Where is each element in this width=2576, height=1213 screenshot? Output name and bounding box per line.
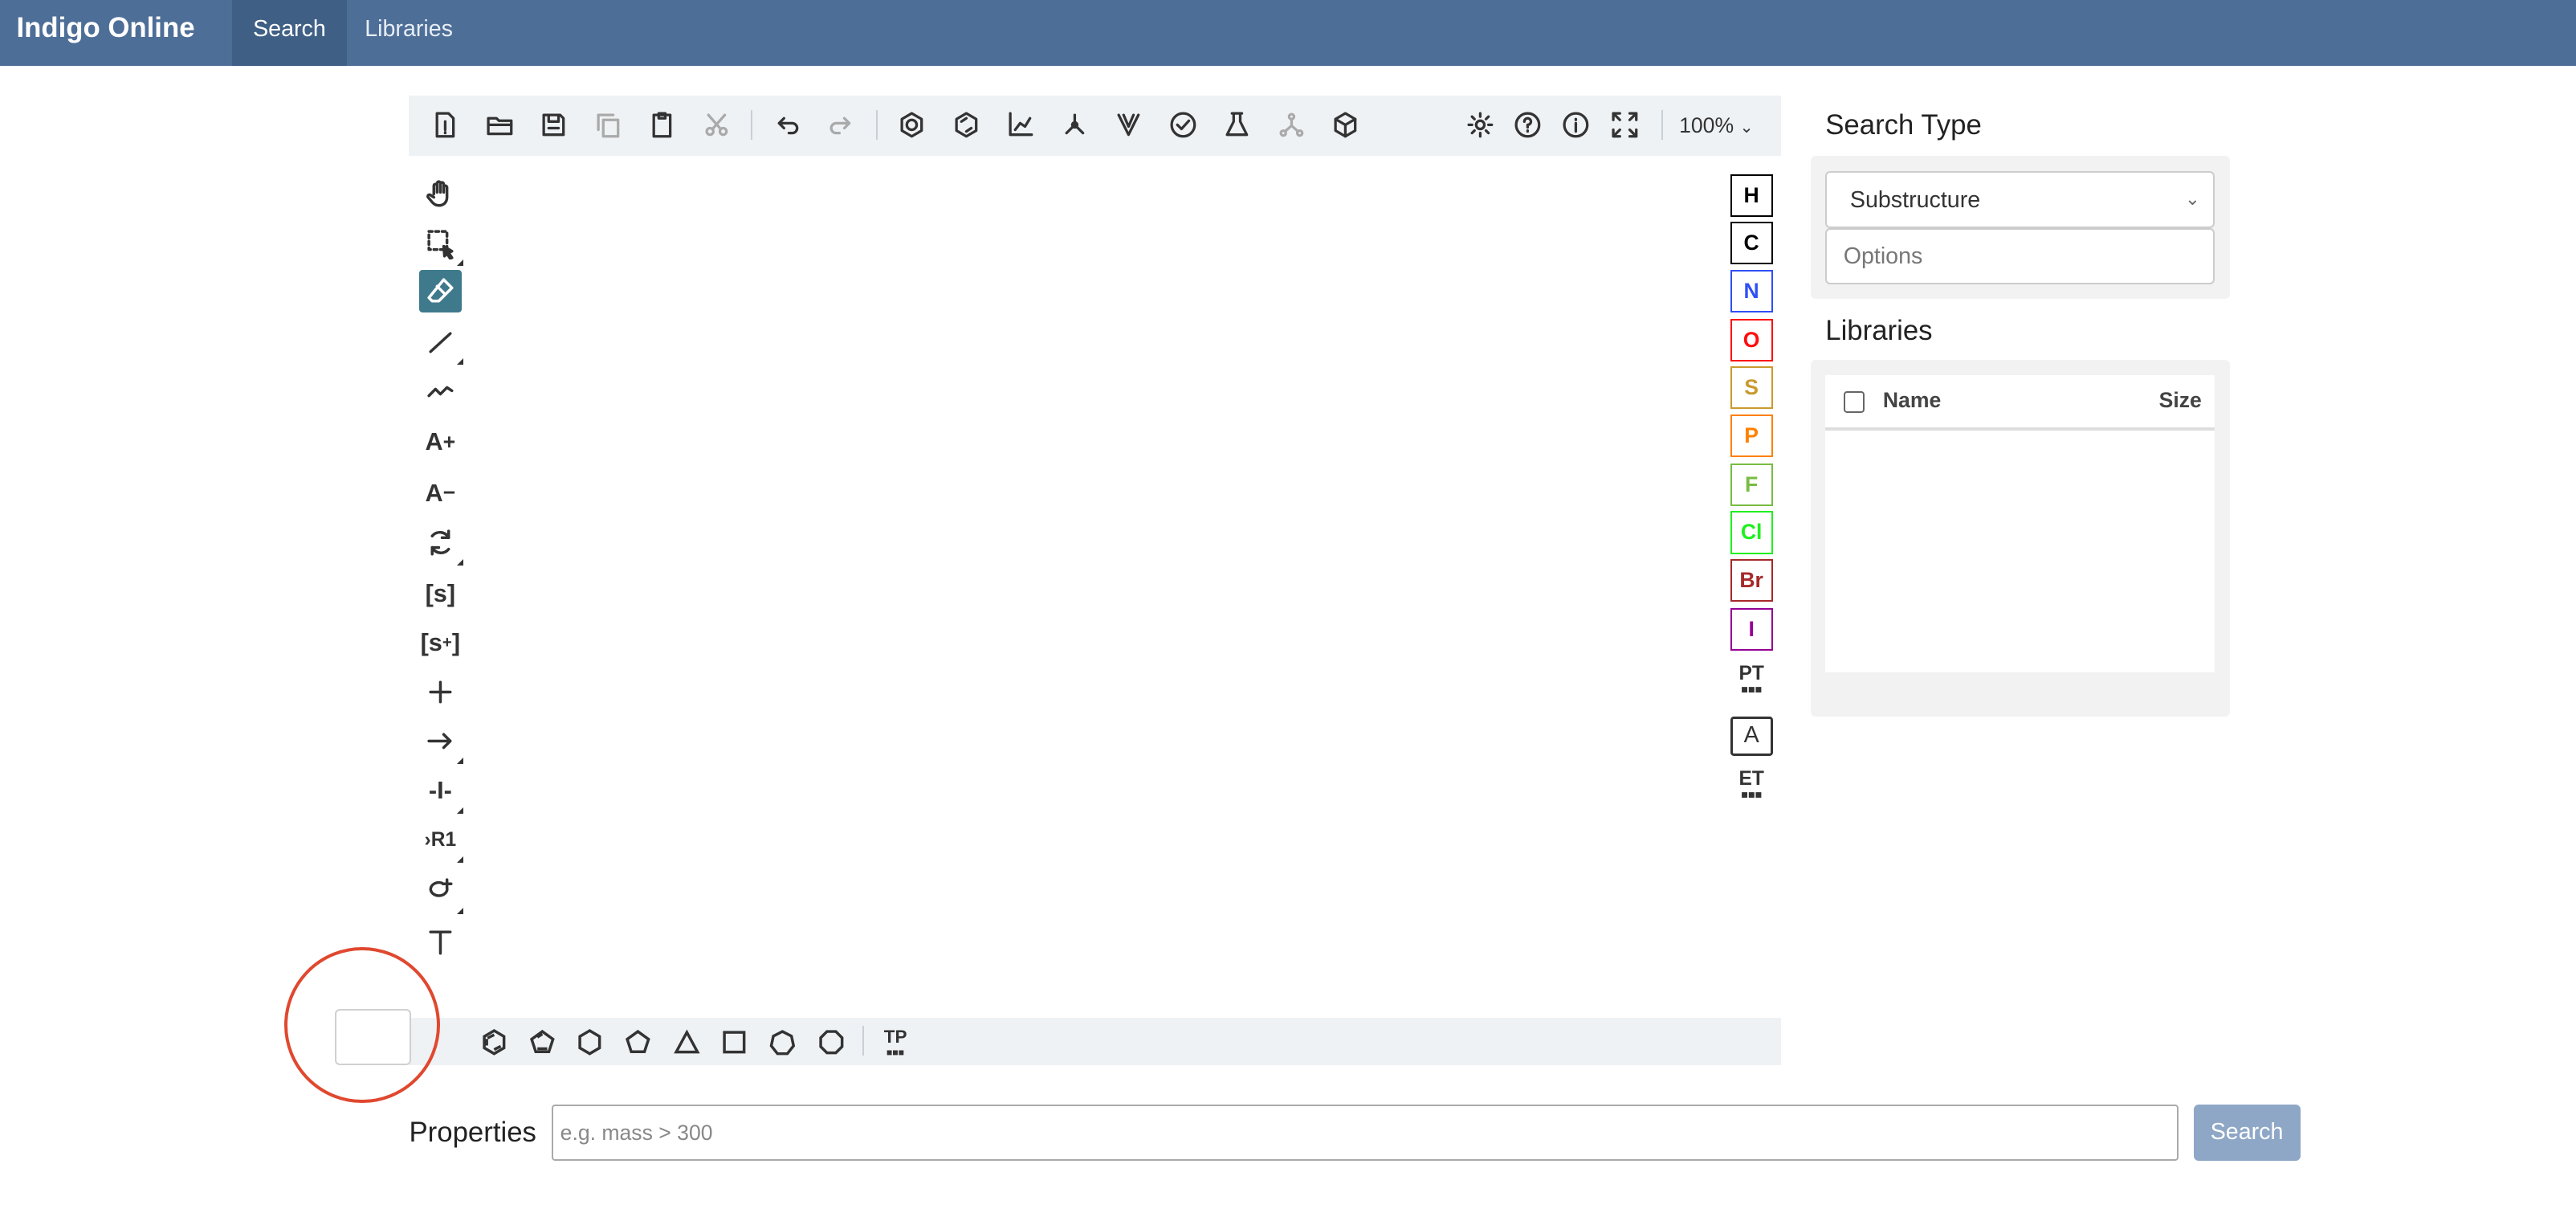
- rgroup-tool-icon[interactable]: ›R1: [419, 819, 463, 864]
- top-toolbar: 100% ⌄: [409, 95, 1781, 157]
- stereo-icon[interactable]: [1109, 105, 1148, 145]
- libraries-table-header: Name Size: [1825, 375, 2215, 431]
- atom-p-button[interactable]: P: [1730, 414, 1773, 457]
- toolbar-separator: [1661, 110, 1663, 140]
- paste-icon[interactable]: [642, 105, 682, 145]
- chevron-down-icon: ⌄: [1739, 118, 1754, 137]
- toolbar-separator: [862, 1025, 865, 1056]
- atom-cl-button[interactable]: Cl: [1730, 511, 1773, 554]
- extended-table-label: ET: [1738, 767, 1764, 790]
- template-library-button[interactable]: TP ■■■: [878, 1026, 914, 1059]
- transform-tool-icon[interactable]: [419, 521, 463, 566]
- dearomatize-icon[interactable]: [947, 105, 986, 145]
- search-type-select[interactable]: Substructure ⌄: [1825, 170, 2215, 229]
- hand-tool-icon[interactable]: [419, 173, 462, 215]
- brand-logo[interactable]: Indigo Online: [16, 13, 194, 44]
- cyclohexane-template-icon[interactable]: [573, 1026, 606, 1059]
- tab-search[interactable]: Search: [231, 0, 348, 66]
- clean-icon[interactable]: [1055, 105, 1094, 145]
- cut-icon[interactable]: [697, 105, 736, 145]
- cyclopentadiene-template-icon[interactable]: [526, 1026, 559, 1059]
- zoom-select[interactable]: 100% ⌄: [1679, 113, 1754, 138]
- highlight-circle: [283, 946, 441, 1103]
- grid-dots-icon: ■■■: [886, 1047, 905, 1059]
- recognize-icon[interactable]: [1272, 105, 1311, 145]
- template-library-label: TP: [883, 1027, 907, 1048]
- atom-br-button[interactable]: Br: [1730, 558, 1773, 602]
- properties-input[interactable]: e.g. mass > 300: [552, 1104, 2179, 1161]
- bond-tool-icon[interactable]: [419, 321, 463, 366]
- search-type-heading: Search Type: [1825, 110, 1982, 141]
- grid-dots-icon: ■■■: [1741, 788, 1763, 802]
- undo-icon[interactable]: [768, 105, 807, 145]
- periodic-table-label: PT: [1738, 662, 1764, 684]
- save-icon[interactable]: [534, 105, 573, 145]
- cyclopentane-template-icon[interactable]: [621, 1026, 654, 1059]
- erase-tool-icon[interactable]: [418, 269, 462, 312]
- atom-h-button[interactable]: H: [1730, 174, 1773, 218]
- top-navbar: Indigo Online Search Libraries: [0, 0, 2576, 66]
- sgroup-tool-icon[interactable]: [s]: [419, 572, 462, 615]
- properties-label: Properties: [409, 1117, 536, 1149]
- help-icon[interactable]: [1508, 105, 1547, 145]
- open-icon[interactable]: [479, 105, 519, 145]
- layout-icon[interactable]: [1001, 105, 1040, 145]
- chevron-down-icon: ⌄: [2184, 189, 2200, 210]
- cyclooctane-template-icon[interactable]: [815, 1026, 848, 1059]
- chain-tool-icon[interactable]: [419, 370, 462, 412]
- zoom-value: 100%: [1679, 113, 1734, 138]
- cycloheptane-template-icon[interactable]: [765, 1026, 798, 1059]
- options-placeholder: Options: [1843, 243, 1923, 269]
- check-icon[interactable]: [1164, 105, 1203, 145]
- search-type-value: Substructure: [1849, 187, 1981, 214]
- any-atom-label: A: [1743, 722, 1759, 749]
- aromatize-icon[interactable]: [892, 105, 931, 145]
- column-name[interactable]: Name: [1883, 388, 1941, 413]
- atom-i-button[interactable]: I: [1730, 608, 1773, 651]
- select-all-checkbox[interactable]: [1843, 390, 1865, 413]
- text-tool-icon[interactable]: [419, 921, 462, 963]
- charge-plus-icon[interactable]: A +: [419, 421, 462, 464]
- redo-icon[interactable]: [821, 105, 861, 145]
- mapping-tool-icon[interactable]: -I-: [419, 770, 463, 814]
- 3d-view-icon[interactable]: [1326, 105, 1365, 145]
- options-textarea[interactable]: Options: [1825, 228, 2215, 284]
- grid-dots-icon: ■■■: [1741, 683, 1763, 696]
- atom-c-button[interactable]: C: [1730, 222, 1773, 265]
- any-atom-button[interactable]: A: [1730, 717, 1773, 757]
- reaction-arrow-icon[interactable]: [419, 720, 463, 765]
- select-tool-icon[interactable]: [419, 222, 463, 267]
- atom-o-button[interactable]: O: [1730, 318, 1773, 362]
- toolbar-separator: [875, 110, 878, 140]
- attachment-tool-icon[interactable]: [419, 869, 463, 914]
- atom-n-button[interactable]: N: [1730, 269, 1773, 312]
- analyse-icon[interactable]: [1217, 105, 1257, 145]
- atom-s-button[interactable]: S: [1730, 366, 1773, 410]
- charge-minus-icon[interactable]: A −: [419, 472, 462, 514]
- structure-editor[interactable]: 100% ⌄ A + A − [s] [s +] -I- ›R1 H C N O S: [409, 95, 1781, 1065]
- libraries-table: Name Size: [1825, 374, 2215, 672]
- fullscreen-icon[interactable]: [1605, 105, 1645, 145]
- search-button[interactable]: Search: [2193, 1104, 2301, 1161]
- template-toolbar: TP ■■■: [409, 1017, 1781, 1065]
- periodic-table-button[interactable]: PT ■■■: [1730, 662, 1773, 696]
- copy-icon[interactable]: [588, 105, 627, 145]
- extended-table-button[interactable]: ET ■■■: [1730, 767, 1773, 802]
- sgroup-data-tool-icon[interactable]: [s +]: [419, 621, 462, 664]
- settings-icon[interactable]: [1461, 105, 1500, 145]
- column-size[interactable]: Size: [2159, 388, 2202, 413]
- tab-libraries[interactable]: Libraries: [344, 0, 475, 66]
- properties-placeholder: e.g. mass > 300: [560, 1121, 713, 1146]
- atom-f-button[interactable]: F: [1730, 463, 1773, 507]
- libraries-heading: Libraries: [1825, 315, 1933, 346]
- about-icon[interactable]: [1556, 105, 1596, 145]
- cyclopropane-template-icon[interactable]: [670, 1026, 703, 1059]
- toolbar-separator: [751, 110, 753, 140]
- benzene-template-icon[interactable]: [478, 1026, 511, 1059]
- reaction-plus-icon[interactable]: [419, 671, 462, 713]
- new-file-icon[interactable]: [426, 105, 465, 145]
- cyclobutane-template-icon[interactable]: [718, 1026, 751, 1059]
